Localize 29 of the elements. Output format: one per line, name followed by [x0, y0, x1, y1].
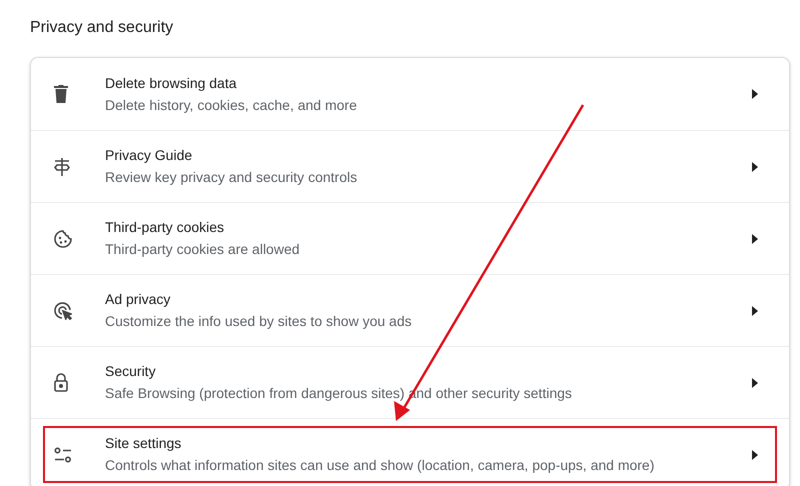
row-title: Delete browsing data — [105, 74, 238, 92]
target-cursor-icon — [54, 302, 72, 320]
chevron-right-icon — [752, 162, 758, 172]
row-description: Delete history, cookies, cache, and more — [105, 96, 358, 114]
row-title: Site settings — [105, 435, 182, 452]
sliders-icon — [54, 446, 72, 462]
chevron-right-icon — [752, 234, 758, 244]
row-description: Customize the info used by sites to show you ads — [105, 313, 413, 330]
row-description: Third-party cookies are allowed — [105, 241, 301, 258]
settings-row[interactable]: Ad privacy Customize the info used by sites to show you ads — [43, 282, 777, 339]
settings-row[interactable]: Site settings Controls what information sites can use and show (location, camera, pop-ups, and more) — [43, 426, 777, 483]
row-title: Security — [105, 363, 157, 380]
chevron-right-icon — [752, 450, 758, 460]
chevron-right-icon — [752, 378, 758, 388]
chevron-right-icon — [752, 89, 758, 99]
row-description: Review key privacy and security controls — [105, 169, 358, 186]
trash-icon — [54, 85, 68, 103]
row-description: Controls what information sites can use and show (location, camera, pop-ups, and more) — [105, 457, 656, 474]
lock-icon — [54, 373, 68, 392]
row-title: Ad privacy — [105, 291, 172, 308]
cookie-icon — [54, 230, 72, 248]
signpost-icon — [54, 158, 70, 176]
section-title: Privacy and security — [30, 18, 174, 38]
row-title: Third-party cookies — [105, 219, 226, 236]
chevron-right-icon — [752, 306, 758, 316]
row-title: Privacy Guide — [105, 147, 194, 164]
settings-row[interactable]: Privacy Guide Review key privacy and security controls — [43, 138, 777, 195]
settings-row[interactable]: Delete browsing data Delete history, cookies, cache, and more — [43, 65, 777, 123]
settings-row[interactable]: Third-party cookies Third-party cookies are allowed — [43, 210, 777, 267]
